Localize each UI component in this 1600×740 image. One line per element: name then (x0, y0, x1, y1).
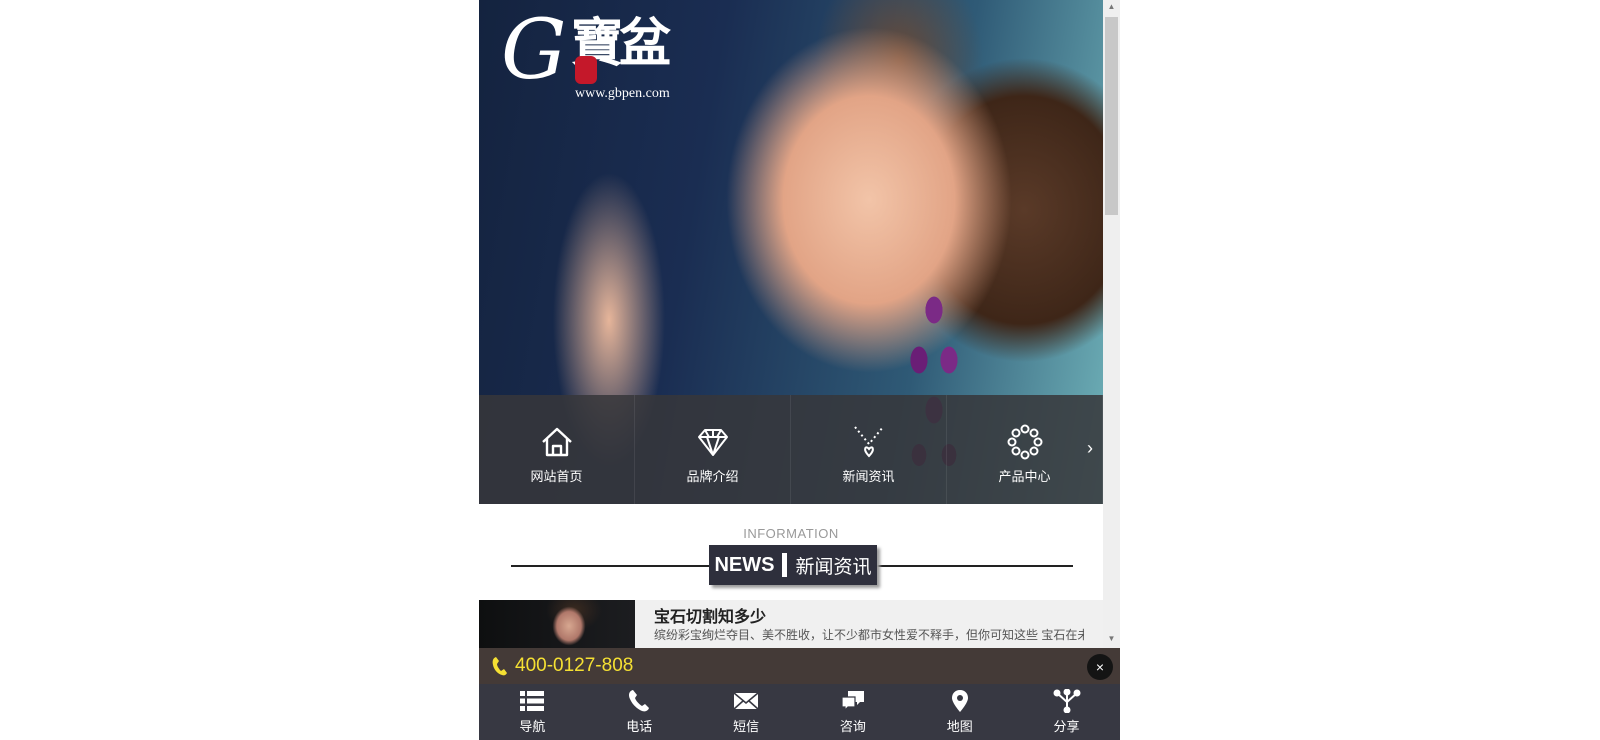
toolbar-label: 短信 (733, 719, 760, 734)
logo-mark: G (501, 3, 567, 98)
mail-icon (733, 692, 759, 710)
diamond-icon (697, 429, 728, 456)
nav-item-products[interactable]: 产品中心 (947, 395, 1103, 504)
news-thumbnail (479, 600, 635, 648)
nav-next-arrow-icon[interactable]: › (1083, 433, 1097, 463)
hotline-bar[interactable]: 400-0127-808 × (479, 648, 1120, 684)
phone-icon (629, 690, 650, 712)
vertical-scrollbar[interactable]: ▲ ▼ (1103, 0, 1120, 648)
scrollbar-thumb[interactable] (1105, 17, 1118, 215)
hero-banner: G 寶盆 www.gbpen.com 网站首页 品牌介绍 新闻资讯 产品中心 › (479, 0, 1103, 504)
nav-label: 新闻资讯 (842, 469, 895, 484)
section-subtitle: INFORMATION (743, 526, 839, 541)
toolbar-share-button[interactable]: 分享 (1013, 684, 1120, 740)
news-section-header: INFORMATION NEWS 新闻资讯 (479, 520, 1103, 590)
toolbar-nav-button[interactable]: 导航 (479, 684, 586, 740)
nav-label: 产品中心 (998, 469, 1051, 484)
nav-label: 网站首页 (530, 469, 583, 484)
nav-item-news[interactable]: 新闻资讯 (791, 395, 947, 504)
toolbar-label: 电话 (626, 719, 653, 734)
scroll-down-icon[interactable]: ▼ (1103, 632, 1120, 646)
logo-seal-icon (575, 56, 597, 84)
toolbar-call-button[interactable]: 电话 (586, 684, 693, 740)
chat-icon (841, 691, 864, 712)
close-button[interactable]: × (1087, 654, 1113, 680)
home-icon (541, 427, 572, 457)
category-nav: 网站首页 品牌介绍 新闻资讯 产品中心 › (479, 395, 1103, 504)
title-separator (782, 553, 788, 577)
toolbar-label: 地图 (946, 719, 973, 734)
page-content: G 寶盆 www.gbpen.com 网站首页 品牌介绍 新闻资讯 产品中心 ›… (479, 0, 1103, 648)
toolbar-sms-button[interactable]: 短信 (693, 684, 800, 740)
toolbar-label: 咨询 (839, 719, 866, 734)
share-icon (1053, 689, 1081, 713)
news-title: 宝石切割知多少 (654, 609, 767, 626)
nav-label: 品牌介绍 (686, 469, 739, 484)
phone-icon (492, 657, 507, 676)
nav-item-brand[interactable]: 品牌介绍 (635, 395, 791, 504)
section-title-badge: NEWS 新闻资讯 (709, 545, 877, 585)
toolbar-chat-button[interactable]: 咨询 (799, 684, 906, 740)
section-title-cn: 新闻资讯 (795, 556, 872, 578)
hotline-number: 400-0127-808 (515, 655, 634, 676)
bottom-toolbar: 导航 电话 短信 咨询 地图 分享 (479, 684, 1120, 740)
list-icon (520, 691, 545, 711)
section-title-en: NEWS (714, 553, 775, 576)
toolbar-map-button[interactable]: 地图 (906, 684, 1013, 740)
news-list-item[interactable]: 宝石切割知多少 缤纷彩宝绚烂夺目、美不胜收，让不少都市女性爱不释手，但你可知这些… (479, 600, 1103, 648)
toolbar-label: 导航 (519, 719, 546, 734)
mobile-page: G 寶盆 www.gbpen.com 网站首页 品牌介绍 新闻资讯 产品中心 ›… (479, 0, 1103, 740)
bracelet-icon (1007, 424, 1042, 460)
nav-item-home[interactable]: 网站首页 (479, 395, 635, 504)
map-pin-icon (951, 690, 968, 712)
toolbar-label: 分享 (1053, 719, 1080, 734)
scroll-up-icon[interactable]: ▲ (1103, 0, 1120, 14)
news-summary: 缤纷彩宝绚烂夺目、美不胜收，让不少都市女性爱不释手，但你可知这些 宝石在未 (654, 628, 1084, 642)
logo-url: www.gbpen.com (575, 86, 670, 101)
necklace-icon (853, 426, 884, 458)
